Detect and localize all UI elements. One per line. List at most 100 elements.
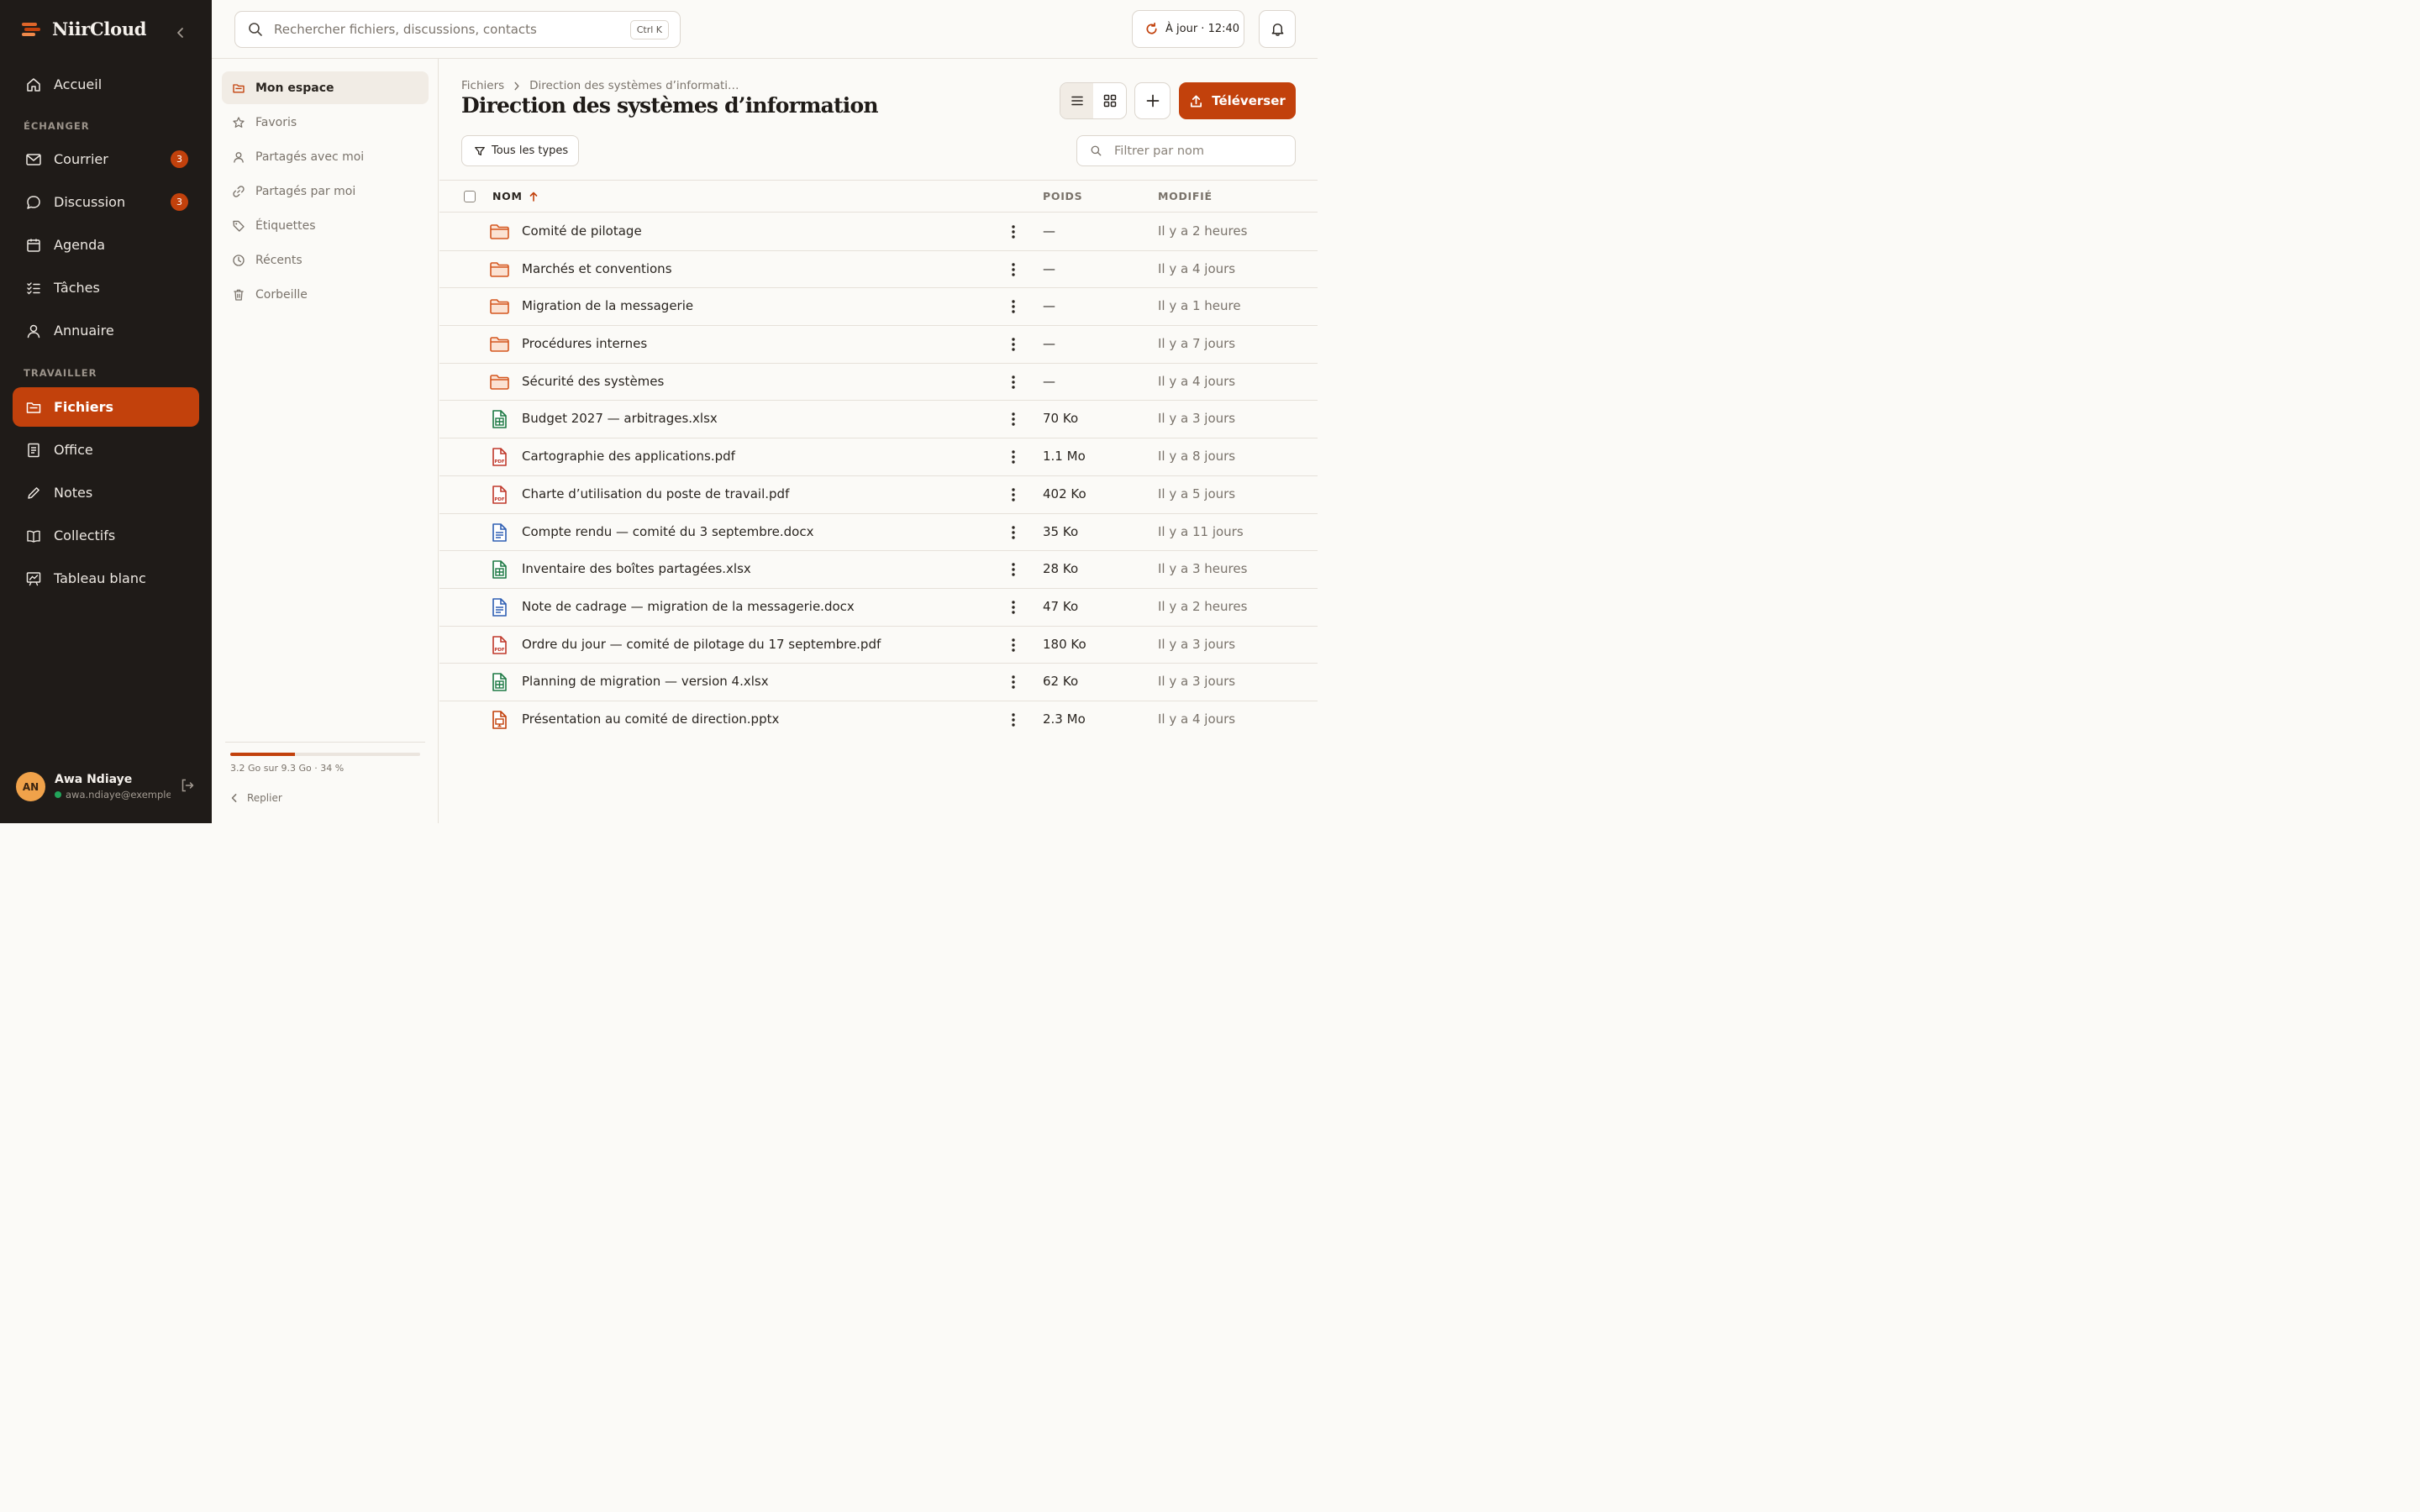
pencil-icon xyxy=(25,485,42,501)
file-name[interactable]: Sécurité des systèmes xyxy=(522,374,664,389)
file-row[interactable]: PDF Cartographie des applications.pdf 1.1 … xyxy=(439,438,1318,476)
row-actions-button[interactable] xyxy=(1004,297,1023,316)
file-row[interactable]: Note de cadrage — migration de la messag… xyxy=(439,589,1318,627)
grid-view-button[interactable] xyxy=(1093,83,1126,118)
nav-item-discussion[interactable]: Discussion 3 xyxy=(13,182,199,222)
nav-item-fichiers[interactable]: Fichiers xyxy=(13,387,199,427)
spreadsheet-file-icon xyxy=(489,409,510,429)
fold-sidebar-button[interactable]: Replier xyxy=(230,792,282,804)
mail-icon xyxy=(25,151,42,168)
file-row[interactable]: Inventaire des boîtes partagées.xlsx 28 K… xyxy=(439,551,1318,589)
nav-item-notes[interactable]: Notes xyxy=(13,473,199,512)
trash-icon xyxy=(232,288,245,302)
file-name[interactable]: Cartographie des applications.pdf xyxy=(522,449,735,464)
folder-icon xyxy=(489,334,510,354)
row-actions-button[interactable] xyxy=(1004,486,1023,504)
file-name[interactable]: Procédures internes xyxy=(522,336,647,351)
file-row[interactable]: Présentation au comité de direction.pptx… xyxy=(439,701,1318,739)
file-name[interactable]: Note de cadrage — migration de la messag… xyxy=(522,599,855,614)
row-actions-button[interactable] xyxy=(1004,560,1023,579)
new-item-button[interactable] xyxy=(1134,82,1171,119)
nav-item-label: Annuaire xyxy=(54,323,114,339)
folder-row[interactable]: Migration de la messagerie — Il y a 1 heur… xyxy=(439,288,1318,327)
user-profile[interactable]: AN Awa Ndiaye awa.ndiaye@exemple.s xyxy=(16,772,171,801)
list-view-button[interactable] xyxy=(1060,83,1093,118)
file-name[interactable]: Planning de migration — version 4.xlsx xyxy=(522,674,769,689)
file-name[interactable]: Marchés et conventions xyxy=(522,261,672,276)
sync-status-button[interactable]: À jour · 12:40 xyxy=(1132,10,1244,48)
file-name[interactable]: Comité de pilotage xyxy=(522,223,642,239)
subnav-item-favoris[interactable]: Favoris xyxy=(222,106,429,139)
notifications-button[interactable] xyxy=(1259,10,1296,48)
nav-item-taches[interactable]: Tâches xyxy=(13,268,199,307)
nav-item-accueil[interactable]: Accueil xyxy=(13,65,199,104)
user-icon xyxy=(25,323,42,339)
file-row[interactable]: Compte rendu — comité du 3 septembre.doc… xyxy=(439,514,1318,552)
search-shortcut: Ctrl K xyxy=(629,20,669,39)
type-filter-button[interactable]: Tous les types xyxy=(461,135,579,166)
more-vertical-icon xyxy=(1012,225,1015,239)
nav-item-label: Accueil xyxy=(54,76,103,92)
column-header-size[interactable]: POIDS xyxy=(1043,190,1082,202)
nav-item-tableau-blanc[interactable]: Tableau blanc xyxy=(13,559,199,598)
file-row[interactable]: PDF Ordre du jour — comité de pilotage du… xyxy=(439,627,1318,664)
row-actions-button[interactable] xyxy=(1004,598,1023,617)
name-filter-input[interactable]: Filtrer par nom xyxy=(1076,135,1296,166)
file-name[interactable]: Inventaire des boîtes partagées.xlsx xyxy=(522,561,751,576)
subnav-item-partages-par-moi[interactable]: Partagés par moi xyxy=(222,175,429,207)
subnav-item-corbeille[interactable]: Corbeille xyxy=(222,278,429,311)
subnav-item-recents[interactable]: Récents xyxy=(222,244,429,276)
folder-row[interactable]: Sécurité des systèmes — Il y a 4 jours xyxy=(439,364,1318,402)
search-icon xyxy=(1090,144,1102,157)
file-row[interactable]: PDF Charte d’utilisation du poste de trav… xyxy=(439,476,1318,514)
upload-button[interactable]: Téléverser xyxy=(1179,82,1296,119)
file-row[interactable]: Budget 2027 — arbitrages.xlsx 70 Ko Il y a… xyxy=(439,401,1318,439)
nav-item-agenda[interactable]: Agenda xyxy=(13,225,199,265)
row-actions-button[interactable] xyxy=(1004,223,1023,241)
subnav-item-mon-espace[interactable]: Mon espace xyxy=(222,71,429,104)
file-row[interactable]: Planning de migration — version 4.xlsx 62… xyxy=(439,664,1318,701)
column-header-name[interactable]: NOM xyxy=(492,190,538,202)
subnav-item-etiquettes[interactable]: Étiquettes xyxy=(222,209,429,242)
chevron-left-icon xyxy=(230,793,239,803)
brand[interactable]: NiirCloud xyxy=(20,18,146,39)
row-actions-button[interactable] xyxy=(1004,636,1023,654)
nav-item-collectifs[interactable]: Collectifs xyxy=(13,516,199,555)
nav-item-label: Tableau blanc xyxy=(54,570,146,586)
logout-button[interactable] xyxy=(179,777,196,794)
folder-row[interactable]: Marchés et conventions — Il y a 4 jours xyxy=(439,251,1318,289)
file-name[interactable]: Charte d’utilisation du poste de travail… xyxy=(522,486,789,501)
file-name[interactable]: Budget 2027 — arbitrages.xlsx xyxy=(522,411,718,426)
row-actions-button[interactable] xyxy=(1004,335,1023,354)
file-name[interactable]: Compte rendu — comité du 3 septembre.doc… xyxy=(522,524,813,539)
row-actions-button[interactable] xyxy=(1004,448,1023,466)
subnav-item-partages-avec-moi[interactable]: Partagés avec moi xyxy=(222,140,429,173)
search-input[interactable]: Rechercher fichiers, discussions, contac… xyxy=(274,22,537,37)
nav-section-work: TRAVAILLER xyxy=(24,367,97,379)
file-modified: Il y a 11 jours xyxy=(1158,523,1244,539)
folder-row[interactable]: Procédures internes — Il y a 7 jours xyxy=(439,326,1318,364)
select-all-checkbox[interactable] xyxy=(464,191,476,202)
file-name[interactable]: Présentation au comité de direction.pptx xyxy=(522,711,779,727)
chevron-left-icon xyxy=(176,27,186,39)
nav-item-annuaire[interactable]: Annuaire xyxy=(13,311,199,350)
file-name[interactable]: Migration de la messagerie xyxy=(522,298,693,313)
whiteboard-icon xyxy=(25,570,42,587)
column-header-modified[interactable]: MODIFIÉ xyxy=(1158,190,1213,202)
file-modified: Il y a 7 jours xyxy=(1158,336,1236,352)
user-name: Awa Ndiaye xyxy=(55,773,133,786)
nav-item-courrier[interactable]: Courrier 3 xyxy=(13,139,199,179)
folder-row[interactable]: Comité de pilotage — Il y a 2 heures xyxy=(439,213,1318,251)
collapse-sidebar-button[interactable] xyxy=(171,24,190,42)
upload-label: Téléverser xyxy=(1212,93,1286,108)
row-actions-button[interactable] xyxy=(1004,523,1023,542)
breadcrumb-root[interactable]: Fichiers xyxy=(461,79,504,92)
file-name[interactable]: Ordre du jour — comité de pilotage du 17… xyxy=(522,637,881,652)
row-actions-button[interactable] xyxy=(1004,673,1023,691)
row-actions-button[interactable] xyxy=(1004,373,1023,391)
nav-item-office[interactable]: Office xyxy=(13,430,199,470)
row-actions-button[interactable] xyxy=(1004,711,1023,729)
row-actions-button[interactable] xyxy=(1004,260,1023,279)
row-actions-button[interactable] xyxy=(1004,410,1023,428)
global-search[interactable]: Rechercher fichiers, discussions, contac… xyxy=(234,11,681,48)
